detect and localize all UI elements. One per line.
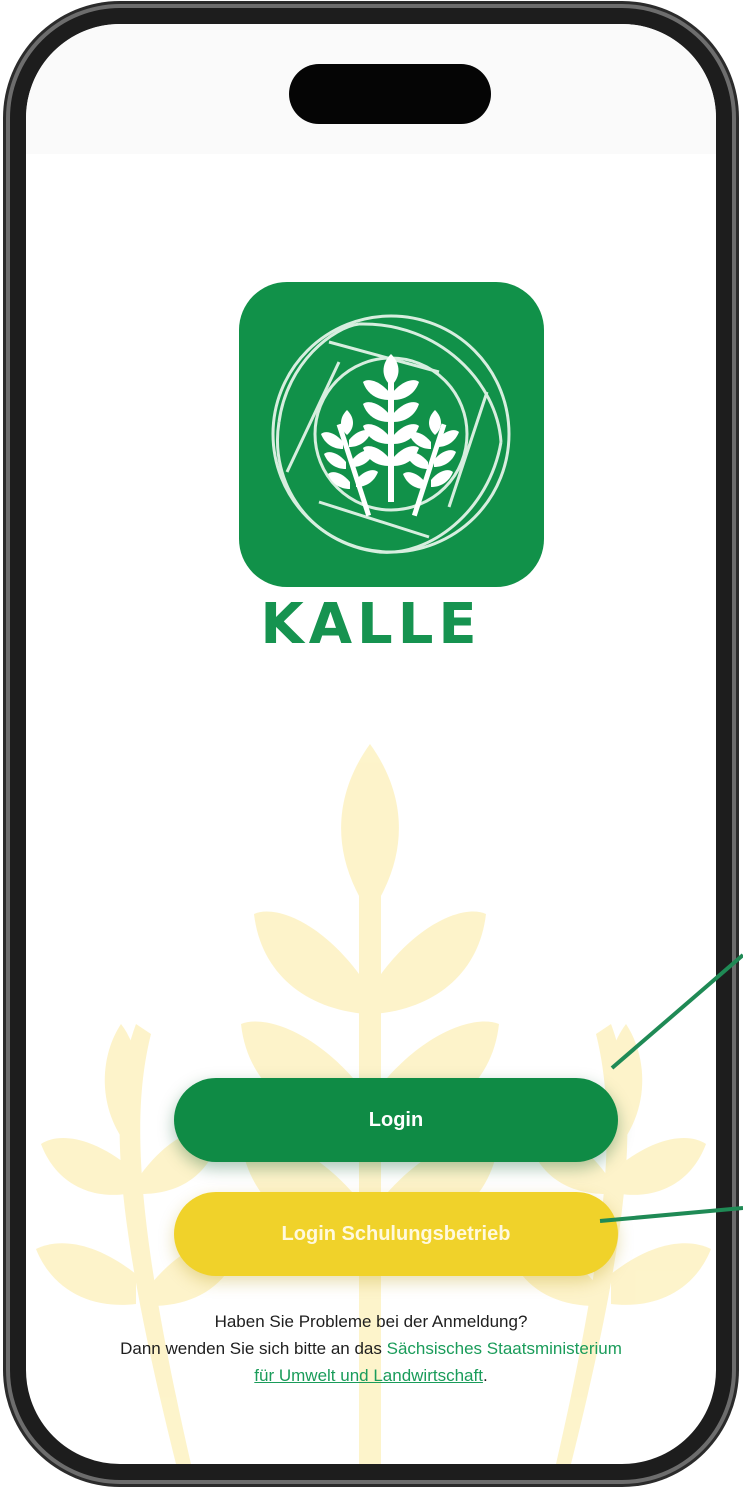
app-name-heading: KALLE (260, 592, 482, 657)
training-login-button[interactable]: Login Schulungsbetrieb (174, 1192, 618, 1276)
training-login-button-label: Login Schulungsbetrieb (281, 1222, 511, 1245)
login-button-label: Login (368, 1108, 424, 1131)
help-contact-prefix: Dann wenden Sie sich bitte an das (120, 1339, 387, 1358)
kalle-app-logo-icon (239, 282, 544, 587)
login-button[interactable]: Login (174, 1078, 618, 1162)
help-question: Haben Sie Probleme bei der Anmeldung? (214, 1312, 528, 1331)
login-help-text: Haben Sie Probleme bei der Anmeldung? Da… (46, 1308, 696, 1389)
help-contact-line-2: für Umwelt und Landwirtschaft. (46, 1362, 696, 1389)
phone-frame: KALLE Login Login Schulungsbetrieb Haben… (10, 8, 732, 1480)
ministry-link-part2[interactable]: für Umwelt und Landwirtschaft (254, 1366, 483, 1385)
help-contact-suffix: . (482, 1366, 488, 1385)
help-contact-line: Dann wenden Sie sich bitte an das Sächsi… (46, 1335, 696, 1362)
ministry-link-part1[interactable]: Sächsisches Staatsministerium (387, 1339, 622, 1358)
